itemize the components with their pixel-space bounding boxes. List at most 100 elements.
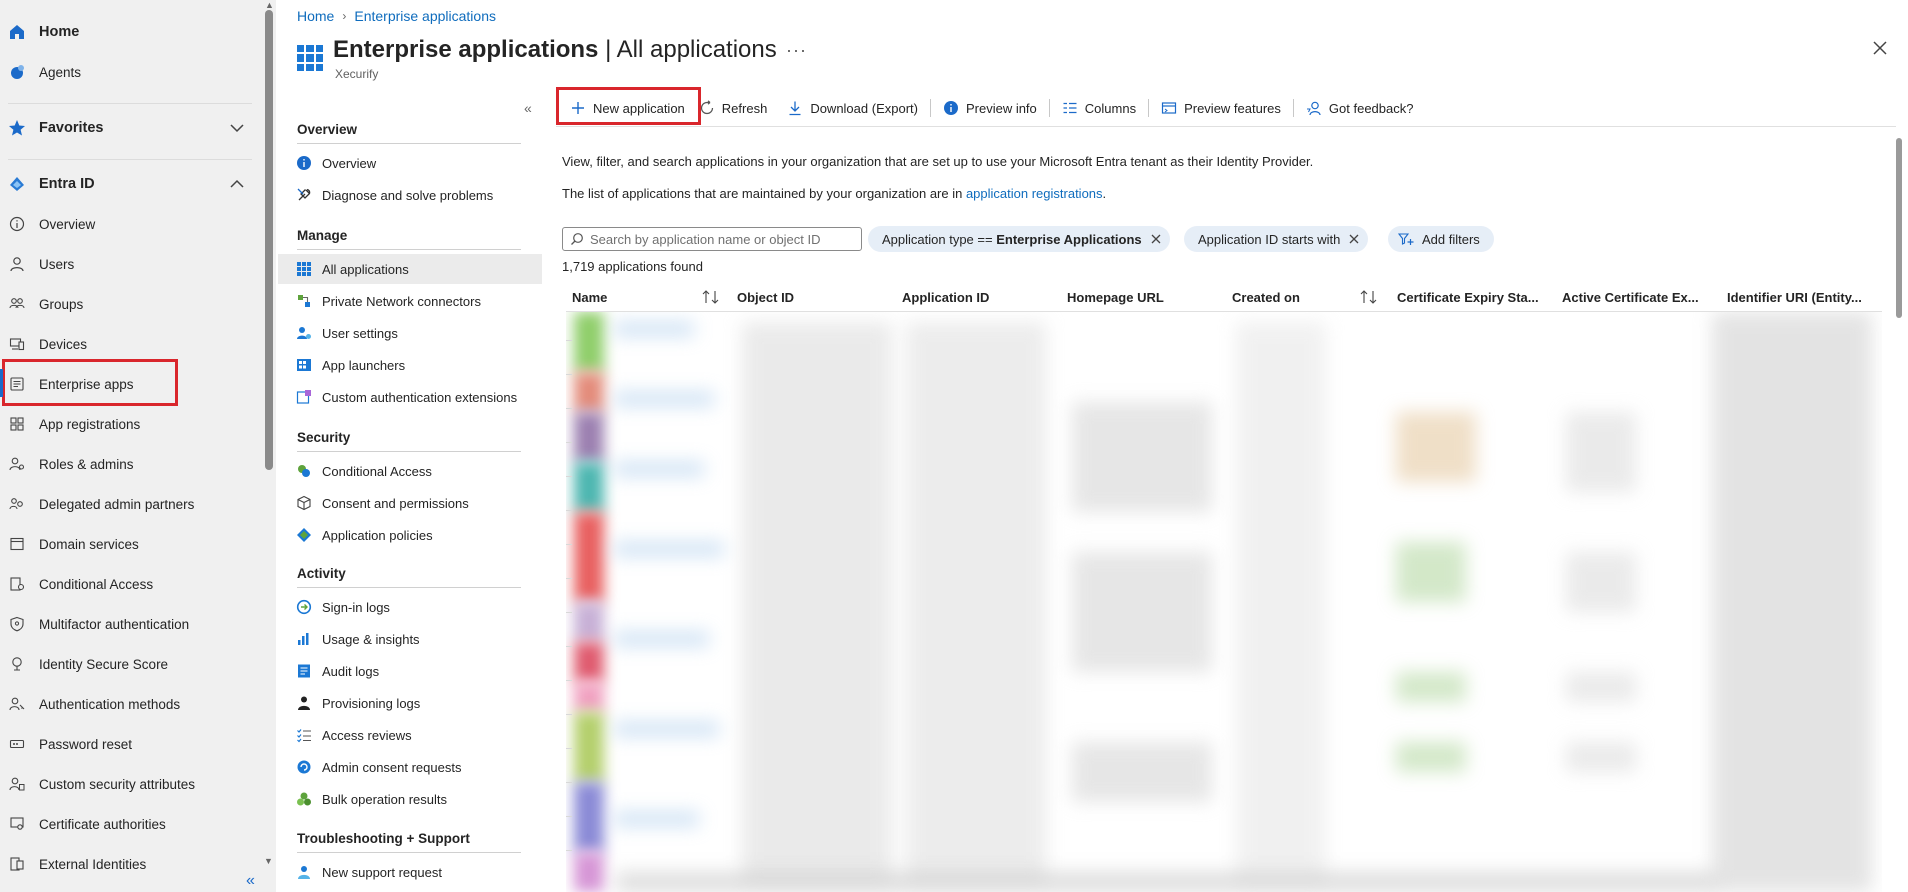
nav-divider	[8, 103, 252, 104]
sort-icon[interactable]	[702, 289, 720, 305]
description-text: View, filter, and search applications in…	[562, 154, 1314, 169]
application-registrations-link[interactable]: application registrations	[966, 186, 1103, 201]
breadcrumb-home[interactable]: Home	[297, 8, 334, 24]
refresh-icon	[699, 100, 715, 116]
preview-info-button[interactable]: Preview info	[933, 92, 1047, 124]
menu-item-label: Private Network connectors	[322, 293, 481, 309]
content-scrollbar[interactable]	[1892, 126, 1906, 892]
info-circle-icon	[8, 215, 26, 233]
menu-consent-permissions[interactable]: Consent and permissions	[278, 488, 542, 518]
sort-icon[interactable]	[1360, 289, 1378, 305]
search-box[interactable]	[562, 227, 862, 251]
column-header-active-certificate[interactable]: Active Certificate Ex...	[1562, 283, 1699, 311]
blurred-text	[614, 722, 719, 736]
entra-id-icon	[8, 175, 26, 193]
menu-sign-in-logs[interactable]: Sign-in logs	[278, 592, 542, 622]
preview-features-button[interactable]: Preview features	[1151, 92, 1291, 124]
nav-mfa[interactable]: Multifactor authentication	[0, 606, 258, 642]
refresh-button[interactable]: Refresh	[695, 92, 778, 124]
collapse-nav-icon[interactable]: «	[246, 872, 255, 890]
menu-access-reviews[interactable]: Access reviews	[278, 720, 542, 750]
column-header-application-id[interactable]: Application ID	[902, 283, 989, 311]
menu-item-label: Sign-in logs	[322, 599, 390, 615]
scroll-up-icon[interactable]: ▲	[265, 0, 274, 10]
menu-admin-consent-requests[interactable]: Admin consent requests	[278, 752, 542, 782]
menu-diagnose-solve[interactable]: Diagnose and solve problems	[278, 180, 542, 210]
nav-identity-secure-score[interactable]: Identity Secure Score	[0, 646, 258, 682]
filter-pill-app-type[interactable]: Application type == Enterprise Applicati…	[868, 226, 1170, 252]
menu-bulk-operation-results[interactable]: Bulk operation results	[278, 784, 542, 814]
nav-overview[interactable]: Overview	[0, 206, 258, 242]
external-identities-icon	[8, 855, 26, 873]
menu-item-label: Overview	[322, 155, 377, 171]
blurred-certificate-status	[1396, 672, 1466, 702]
blurred-object-id-column	[742, 322, 892, 882]
menu-user-settings[interactable]: User settings	[278, 318, 542, 348]
chevron-up-icon[interactable]	[228, 175, 246, 193]
breadcrumb: Home › Enterprise applications	[297, 8, 496, 24]
nav-groups[interactable]: Groups	[0, 286, 258, 322]
download-export-button[interactable]: Download (Export)	[777, 92, 928, 124]
menu-conditional-access[interactable]: Conditional Access	[278, 456, 542, 486]
nav-custom-security-attributes[interactable]: Custom security attributes	[0, 766, 258, 802]
menu-app-launchers[interactable]: App launchers	[278, 350, 542, 380]
filter-pill-app-id[interactable]: Application ID starts with	[1184, 226, 1369, 252]
nav-domain-services[interactable]: Domain services	[0, 526, 258, 562]
devices-icon	[8, 335, 26, 353]
nav-agents[interactable]: Agents	[0, 54, 258, 90]
blurred-avatar	[574, 712, 604, 782]
nav-scrollbar[interactable]: ▲ ▼	[262, 0, 276, 892]
chevron-down-icon[interactable]	[228, 119, 246, 137]
menu-all-applications[interactable]: All applications	[278, 254, 542, 284]
column-header-identifier-uri[interactable]: Identifier URI (Entity...	[1727, 283, 1862, 311]
column-header-name[interactable]: Name	[572, 283, 607, 311]
column-header-created-on[interactable]: Created on	[1232, 283, 1300, 311]
remove-filter-icon[interactable]	[1348, 233, 1360, 245]
breadcrumb-enterprise-applications[interactable]: Enterprise applications	[354, 8, 496, 24]
menu-custom-auth-extensions[interactable]: Custom authentication extensions	[278, 382, 542, 412]
nav-authentication-methods[interactable]: Authentication methods	[0, 686, 258, 722]
nav-item-label: Identity Secure Score	[39, 656, 169, 672]
nav-entra-id[interactable]: Entra ID	[0, 166, 258, 202]
download-icon	[787, 100, 803, 116]
column-header-certificate-expiry[interactable]: Certificate Expiry Sta...	[1397, 283, 1539, 311]
more-options-icon[interactable]: ···	[786, 40, 807, 61]
nav-favorites[interactable]: Favorites	[0, 110, 258, 146]
row-separator	[566, 782, 572, 783]
menu-application-policies[interactable]: Application policies	[278, 520, 542, 550]
nav-external-identities[interactable]: External Identities	[0, 846, 258, 882]
remove-filter-icon[interactable]	[1150, 233, 1162, 245]
row-separator	[566, 510, 572, 511]
page-title-area: Enterprise applications | All applicatio…	[297, 36, 777, 71]
nav-roles-admins[interactable]: Roles & admins	[0, 446, 258, 482]
nav-certificate-authorities[interactable]: Certificate authorities	[0, 806, 258, 842]
feedback-button[interactable]: Got feedback?	[1296, 92, 1424, 124]
nav-scroll-thumb[interactable]	[265, 10, 273, 470]
nav-home[interactable]: Home	[0, 14, 258, 50]
nav-devices[interactable]: Devices	[0, 326, 258, 362]
nav-users[interactable]: Users	[0, 246, 258, 282]
columns-button[interactable]: Columns	[1052, 92, 1146, 124]
scroll-down-icon[interactable]: ▼	[264, 856, 273, 866]
add-filters-button[interactable]: Add filters	[1388, 226, 1494, 252]
nav-conditional-access[interactable]: Conditional Access	[0, 566, 258, 602]
menu-provisioning-logs[interactable]: Provisioning logs	[278, 688, 542, 718]
app-registrations-icon	[8, 415, 26, 433]
nav-password-reset[interactable]: Password reset	[0, 726, 258, 762]
collapse-menu-icon[interactable]: «	[524, 100, 532, 116]
menu-private-network-connectors[interactable]: Private Network connectors	[278, 286, 542, 316]
home-icon	[8, 23, 26, 41]
menu-item-label: Diagnose and solve problems	[322, 187, 494, 203]
menu-audit-logs[interactable]: Audit logs	[278, 656, 542, 686]
column-header-homepage-url[interactable]: Homepage URL	[1067, 283, 1164, 311]
section-overview: Overview	[297, 122, 358, 137]
content-scroll-thumb[interactable]	[1896, 138, 1902, 318]
search-input[interactable]	[590, 231, 850, 247]
nav-app-registrations[interactable]: App registrations	[0, 406, 258, 442]
close-icon[interactable]	[1870, 38, 1890, 58]
menu-usage-insights[interactable]: Usage & insights	[278, 624, 542, 654]
menu-overview[interactable]: Overview	[278, 148, 542, 178]
nav-delegated-admin[interactable]: Delegated admin partners	[0, 486, 258, 522]
column-header-object-id[interactable]: Object ID	[737, 283, 794, 311]
menu-new-support-request[interactable]: New support request	[278, 857, 542, 887]
